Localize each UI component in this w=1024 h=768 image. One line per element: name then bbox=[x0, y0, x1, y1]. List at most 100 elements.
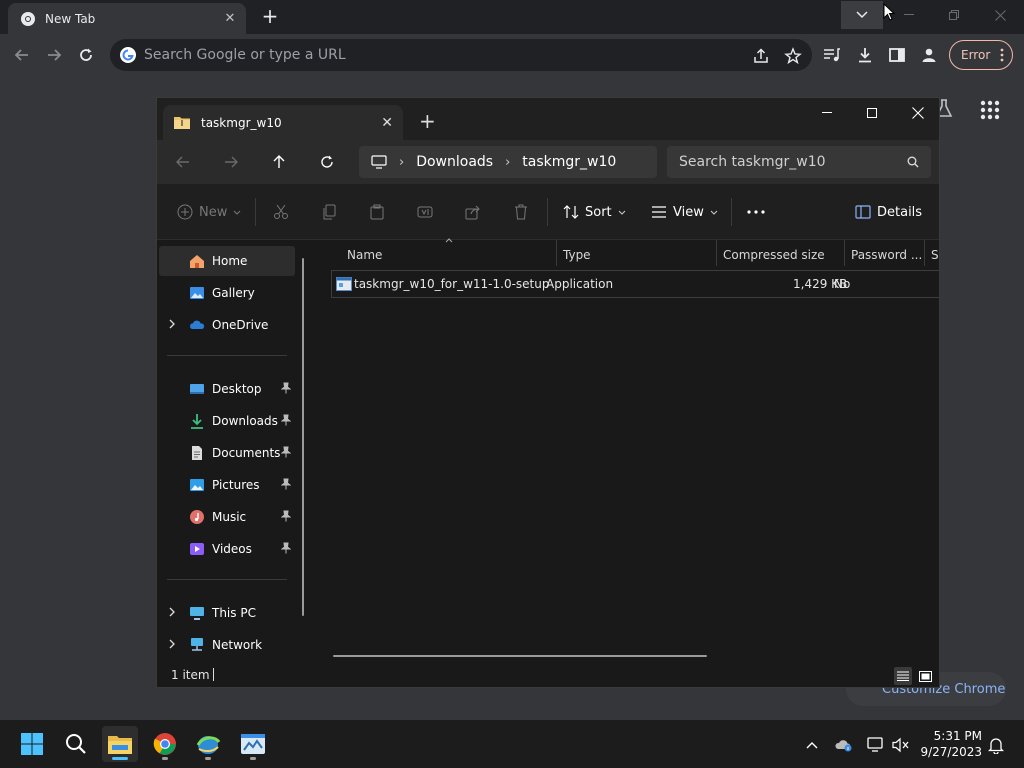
details-pane-button[interactable]: Details bbox=[855, 202, 922, 222]
column-divider[interactable] bbox=[924, 240, 925, 266]
new-tab-button[interactable]: + bbox=[259, 5, 281, 27]
nav-item-home[interactable]: Home bbox=[159, 246, 295, 276]
reload-button[interactable] bbox=[74, 43, 98, 67]
large-icons-view-button[interactable] bbox=[916, 667, 934, 685]
network-tray-button[interactable] bbox=[867, 736, 885, 754]
nav-item-onedrive[interactable]: OneDrive bbox=[159, 310, 295, 340]
taskbar-app-monitor[interactable] bbox=[235, 726, 271, 762]
pin-icon[interactable] bbox=[281, 414, 291, 426]
nav-item-desktop[interactable]: Desktop bbox=[159, 374, 295, 404]
new-button-label: New bbox=[199, 204, 228, 220]
column-header-compressed-size[interactable]: Compressed size bbox=[723, 244, 825, 266]
share-icon[interactable] bbox=[752, 47, 770, 65]
search-button[interactable] bbox=[58, 726, 94, 762]
profile-error-button[interactable]: Error bbox=[949, 40, 1013, 70]
column-divider[interactable] bbox=[556, 240, 557, 266]
explorer-up-button[interactable] bbox=[269, 152, 289, 172]
chevron-right-icon[interactable] bbox=[169, 639, 175, 649]
nav-item-network[interactable]: Network bbox=[159, 630, 295, 660]
explorer-maximize-button[interactable] bbox=[849, 98, 895, 128]
paste-button[interactable] bbox=[369, 202, 385, 222]
chevron-right-icon[interactable] bbox=[169, 607, 175, 617]
column-header-name[interactable]: Name bbox=[347, 244, 382, 266]
start-button[interactable] bbox=[14, 726, 50, 762]
delete-button[interactable] bbox=[513, 202, 529, 222]
more-options-button[interactable] bbox=[747, 202, 765, 222]
pin-icon[interactable] bbox=[281, 446, 291, 458]
close-tab-icon[interactable]: ✕ bbox=[222, 11, 238, 26]
nav-item-gallery[interactable]: Gallery bbox=[159, 278, 295, 308]
column-header-type[interactable]: Type bbox=[563, 244, 591, 266]
copy-button[interactable] bbox=[321, 202, 337, 222]
nav-label: Documents bbox=[212, 446, 281, 460]
rename-button[interactable] bbox=[417, 202, 433, 222]
taskbar-file-explorer[interactable] bbox=[102, 726, 138, 762]
nav-item-music[interactable]: Music bbox=[159, 502, 295, 532]
nav-item-this-pc[interactable]: This PC bbox=[159, 598, 295, 628]
notifications-button[interactable] bbox=[987, 736, 1005, 754]
tab-search-button[interactable] bbox=[841, 1, 883, 29]
chevron-right-icon[interactable] bbox=[169, 319, 175, 329]
status-divider bbox=[213, 668, 214, 681]
column-divider[interactable] bbox=[716, 240, 717, 266]
nav-label: Music bbox=[212, 510, 247, 524]
nav-label: OneDrive bbox=[212, 318, 269, 332]
pin-icon[interactable] bbox=[281, 510, 291, 522]
system-clock[interactable]: 5:31 PM 9/27/2023 bbox=[920, 728, 982, 760]
taskbar-app-edge-like[interactable] bbox=[190, 726, 226, 762]
forward-button[interactable] bbox=[42, 43, 66, 67]
view-button[interactable]: View bbox=[651, 202, 718, 222]
chrome-close-button[interactable] bbox=[978, 2, 1022, 28]
explorer-tab-taskmgr[interactable]: taskmgr_w10 ✕ bbox=[163, 105, 403, 140]
share-button[interactable] bbox=[465, 202, 481, 222]
globe-swirl-icon bbox=[196, 736, 221, 754]
table-row[interactable]: taskmgr_w10_for_w11-1.0-setup Applicatio… bbox=[331, 270, 939, 298]
omnibox[interactable]: Search Google or type a URL bbox=[110, 39, 812, 71]
new-button[interactable]: New bbox=[177, 202, 241, 222]
bookmark-star-icon[interactable] bbox=[784, 47, 802, 65]
sort-button[interactable]: Sort bbox=[563, 202, 626, 222]
details-view-button[interactable] bbox=[894, 667, 912, 685]
pin-icon[interactable] bbox=[281, 542, 291, 554]
chrome-tab-new-tab[interactable]: New Tab ✕ bbox=[8, 3, 246, 34]
explorer-minimize-button[interactable] bbox=[804, 98, 850, 128]
media-control-button[interactable] bbox=[823, 46, 841, 64]
nav-pane-scrollbar[interactable] bbox=[302, 258, 304, 616]
chrome-minimize-button[interactable] bbox=[887, 2, 931, 28]
nav-item-downloads[interactable]: Downloads bbox=[159, 406, 295, 436]
column-divider[interactable] bbox=[844, 240, 845, 266]
taskbar-chrome[interactable] bbox=[147, 726, 183, 762]
person-icon bbox=[922, 48, 936, 62]
downloads-button[interactable] bbox=[856, 46, 874, 64]
column-header-password[interactable]: Password ... bbox=[851, 244, 922, 266]
close-tab-icon[interactable]: ✕ bbox=[381, 115, 393, 131]
show-hidden-icons-button[interactable] bbox=[803, 736, 821, 754]
horizontal-scrollbar[interactable] bbox=[333, 655, 707, 657]
side-panel-button[interactable] bbox=[888, 46, 906, 64]
computer-icon bbox=[371, 155, 387, 169]
explorer-search-input[interactable]: Search taskmgr_w10 bbox=[667, 146, 931, 178]
status-bar: 1 item bbox=[157, 664, 939, 687]
breadcrumb-downloads[interactable]: Downloads bbox=[416, 154, 493, 170]
explorer-close-button[interactable] bbox=[895, 98, 939, 128]
pin-icon[interactable] bbox=[281, 382, 291, 394]
home-icon bbox=[190, 255, 204, 268]
explorer-forward-button[interactable] bbox=[221, 152, 241, 172]
volume-tray-button[interactable] bbox=[892, 736, 910, 754]
explorer-new-tab-button[interactable]: + bbox=[419, 109, 436, 133]
google-apps-icon[interactable] bbox=[980, 100, 1000, 120]
nav-item-videos[interactable]: Videos bbox=[159, 534, 295, 564]
explorer-back-button[interactable] bbox=[173, 152, 193, 172]
breadcrumb[interactable]: › Downloads › taskmgr_w10 bbox=[359, 146, 657, 178]
onedrive-tray-button[interactable] bbox=[835, 736, 853, 754]
explorer-refresh-button[interactable] bbox=[317, 152, 337, 172]
column-header-size[interactable]: Si bbox=[931, 244, 939, 266]
back-button[interactable] bbox=[10, 43, 34, 67]
pin-icon[interactable] bbox=[281, 478, 291, 490]
cut-button[interactable] bbox=[273, 202, 289, 222]
nav-item-documents[interactable]: Documents bbox=[159, 438, 295, 468]
nav-item-pictures[interactable]: Pictures bbox=[159, 470, 295, 500]
profile-button[interactable] bbox=[920, 46, 938, 64]
breadcrumb-taskmgr[interactable]: taskmgr_w10 bbox=[522, 154, 616, 170]
chrome-restore-button[interactable] bbox=[932, 2, 976, 28]
